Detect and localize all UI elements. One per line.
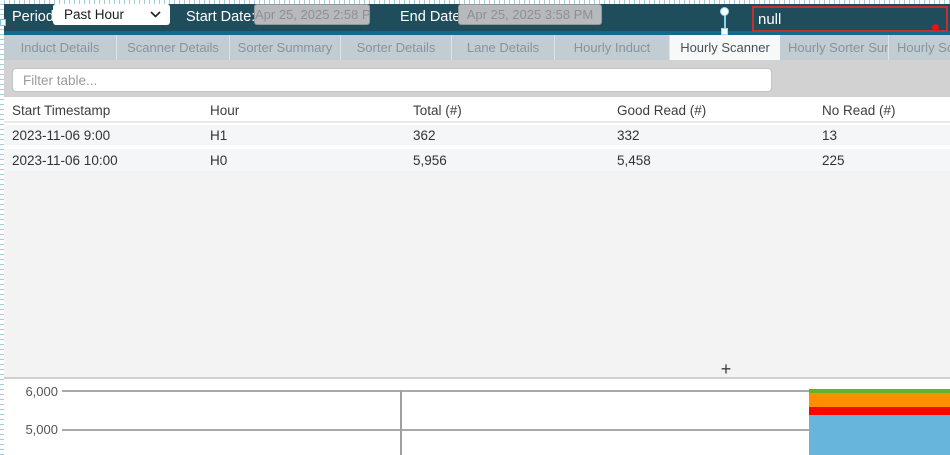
table-row[interactable]: 2023-11-06 10:00 H0 5,956 5,458 225 — [4, 149, 950, 171]
start-date-label: Start Date: — [186, 4, 255, 31]
selected-null-label[interactable]: null — [752, 6, 948, 32]
tab-induct-details[interactable]: Induct Details — [4, 35, 117, 60]
top-ruler — [0, 0, 950, 4]
col-total[interactable]: Total (#) — [413, 103, 617, 118]
period-dropdown-value: Past Hour — [64, 7, 124, 22]
filter-table-input[interactable] — [12, 68, 772, 92]
end-date-input[interactable] — [458, 4, 602, 25]
tab-lane-details[interactable]: Lane Details — [452, 35, 555, 60]
left-ruler — [0, 0, 4, 455]
cell-no-read: 225 — [822, 153, 950, 168]
cell-good-read: 332 — [617, 128, 822, 143]
col-good-read[interactable]: Good Read (#) — [617, 103, 822, 118]
table-empty-area — [4, 171, 950, 377]
table-filter-bar — [4, 60, 950, 97]
end-date-label: End Date: — [400, 4, 465, 31]
col-start-timestamp[interactable]: Start Timestamp — [12, 103, 210, 118]
cell-hour: H1 — [210, 128, 413, 143]
chevron-down-icon — [150, 11, 161, 18]
tab-hourly-sorter-summary[interactable]: Hourly Sorter Summar — [780, 35, 889, 60]
selection-resize-handle[interactable] — [721, 28, 728, 35]
tab-hourly-sorter-details[interactable]: Hourly Sort — [889, 35, 950, 60]
tab-scanner-details[interactable]: Scanner Details — [117, 35, 230, 60]
cell-total: 5,956 — [413, 153, 617, 168]
bar-segment-blue — [809, 415, 950, 455]
report-tab-bar: Induct Details Scanner Details Sorter Su… — [4, 35, 950, 60]
y-axis-tick-5000: 5,000 — [4, 422, 58, 437]
cell-total: 362 — [413, 128, 617, 143]
cell-good-read: 5,458 — [617, 153, 822, 168]
category-divider-line — [400, 391, 402, 455]
left-ruler-handle[interactable] — [0, 19, 6, 26]
table-row[interactable]: 2023-11-06 9:00 H1 362 332 13 — [4, 125, 950, 147]
cell-start-timestamp: 2023-11-06 9:00 — [12, 128, 210, 143]
designer-viewport: Period: Start Date: End Date: Past Hour … — [0, 0, 950, 455]
bar-segment-red — [809, 407, 950, 415]
start-date-input[interactable] — [254, 4, 370, 25]
tab-hourly-induct[interactable]: Hourly Induct — [555, 35, 670, 60]
tab-sorter-summary[interactable]: Sorter Summary — [230, 35, 341, 60]
period-dropdown[interactable]: Past Hour — [53, 4, 170, 25]
bar-segment-orange — [809, 393, 950, 407]
y-axis-tick-6000: 6,000 — [4, 384, 58, 399]
tab-sorter-details[interactable]: Sorter Details — [341, 35, 452, 60]
col-hour[interactable]: Hour — [210, 103, 413, 118]
cell-start-timestamp: 2023-11-06 10:00 — [12, 153, 210, 168]
selection-anchor-dot[interactable] — [932, 24, 939, 31]
table-header-row: Start Timestamp Hour Total (#) Good Read… — [4, 100, 950, 123]
cell-hour: H0 — [210, 153, 413, 168]
tab-hourly-scanner[interactable]: Hourly Scanner — [670, 35, 780, 60]
null-label-text: null — [758, 11, 781, 28]
selection-rotate-handle[interactable] — [720, 7, 729, 16]
period-label: Period: — [12, 4, 58, 31]
cell-no-read: 13 — [822, 128, 950, 143]
col-no-read[interactable]: No Read (#) — [822, 103, 950, 118]
stacked-bar-h0[interactable] — [809, 389, 950, 455]
